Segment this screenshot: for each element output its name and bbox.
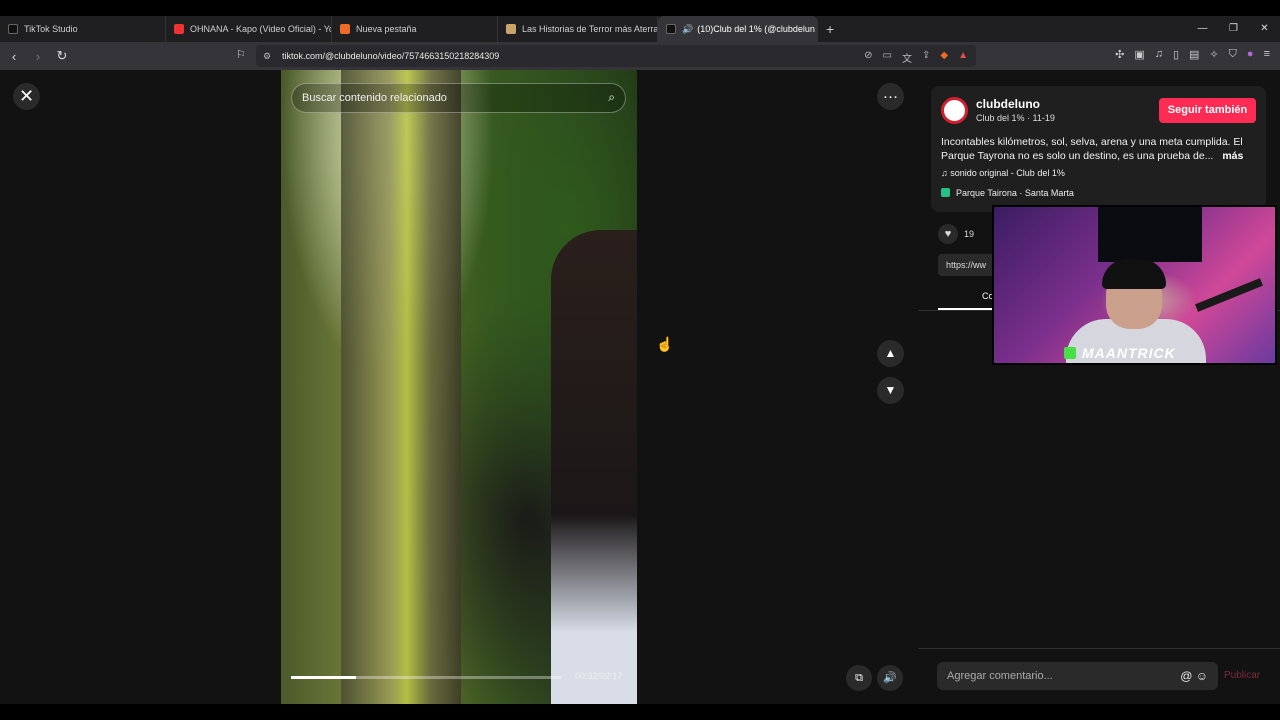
comment-divider	[918, 648, 1280, 649]
video-time: 00:32/02:17	[575, 671, 623, 681]
window-controls: — ❐ ✕	[1187, 16, 1280, 42]
screenshot-icon[interactable]: ▣	[1134, 48, 1144, 61]
menu-icon[interactable]: ≡	[1264, 48, 1270, 61]
address-bar[interactable]: ⚙ tiktok.com/@clubdeluno/video/757466315…	[256, 45, 976, 67]
site-icon	[506, 24, 516, 34]
profile-icon[interactable]: ●	[1247, 48, 1254, 61]
site-info-icon[interactable]: ⚙	[256, 51, 278, 62]
next-video-icon[interactable]: ▼	[877, 377, 904, 404]
related-search-input[interactable]: Buscar contenido relacionado ⌕	[291, 83, 626, 113]
restore-button[interactable]: ❐	[1218, 16, 1249, 42]
webcam-person-cap	[1102, 259, 1166, 289]
microphone-arm	[1195, 278, 1263, 312]
tab-title: TikTok Studio	[24, 24, 78, 34]
description-text: Incontables kilómetros, sol, selva, aren…	[941, 136, 1243, 162]
mention-icon[interactable]: @	[1180, 669, 1192, 683]
url-text[interactable]: tiktok.com/@clubdeluno/video/75746631502…	[282, 51, 499, 61]
location-link[interactable]: Parque Tairona · Santa Marta	[941, 188, 1074, 198]
video-frame-tree	[341, 70, 461, 704]
no-translate-icon[interactable]: ⊘	[864, 50, 872, 65]
tab-new-tab[interactable]: Nueva pestaña	[332, 16, 498, 42]
like-button[interactable]: ♥ 19	[938, 224, 974, 244]
sidebar-icon[interactable]: ▯	[1173, 48, 1179, 61]
video-frame-person	[551, 230, 637, 704]
close-icon[interactable]: ✕	[13, 83, 40, 110]
user-subtitle: Club del 1% · 11-19	[976, 113, 1055, 123]
translate-icon[interactable]: 文	[902, 50, 912, 65]
comment-placeholder: Agregar comentario...	[947, 670, 1053, 682]
streamer-tag: MAANTRICK	[1064, 345, 1176, 361]
more-link[interactable]: más	[1222, 150, 1243, 162]
tab-comments[interactable]: Co	[938, 286, 998, 310]
streamer-name: MAANTRICK	[1082, 345, 1176, 361]
video-player[interactable]: Buscar contenido relacionado ⌕ 00:32/02:…	[281, 70, 637, 704]
location-text: Parque Tairona · Santa Marta	[956, 188, 1074, 198]
emoji-icon[interactable]: ☺	[1196, 669, 1208, 683]
address-bar-icons: ⊘ ▭ 文 ⇪ ◆ ▲	[864, 50, 968, 65]
screen-bottom-border	[0, 704, 1280, 720]
extensions-area: ✣ ▣ ♫ ▯ ▤ ✧ ⛉ ● ≡	[1115, 48, 1270, 61]
description-card: clubdeluno Club del 1% · 11-19 Seguir ta…	[931, 86, 1266, 212]
new-tab-button[interactable]: +	[826, 21, 834, 37]
webcam-monitor	[1098, 207, 1202, 262]
cast-icon[interactable]: ▭	[883, 50, 892, 65]
reload-icon[interactable]: ↻	[52, 48, 72, 64]
username[interactable]: clubdeluno	[976, 97, 1040, 111]
music-note-icon: ♫	[941, 168, 948, 178]
picture-in-picture-icon[interactable]: ⧉	[846, 665, 872, 691]
comment-input-icons: @ ☺	[1180, 662, 1208, 690]
vpn-icon[interactable]: ⛉	[1229, 48, 1237, 61]
tab-strip: TikTok Studio OHNANA - Kapo (Video Ofici…	[0, 16, 1280, 42]
wallet-icon[interactable]: ▤	[1189, 48, 1199, 61]
previous-video-icon[interactable]: ▲	[877, 340, 904, 367]
screen-top-border	[0, 0, 1280, 16]
tab-title: Las Historias de Terror más Aterrador	[522, 24, 658, 34]
back-icon[interactable]: ‹	[4, 49, 24, 64]
like-count: 19	[964, 229, 975, 239]
tab-title: (10)Club del 1% (@clubdelun	[697, 24, 815, 34]
heart-icon: ♥	[938, 224, 958, 244]
webcam-overlay: MAANTRICK	[992, 205, 1277, 365]
video-progress-bar[interactable]	[291, 676, 561, 679]
share-icon[interactable]: ⇪	[922, 50, 930, 65]
search-icon[interactable]: ⌕	[608, 90, 615, 105]
hand-cursor-icon: ☝	[656, 336, 674, 352]
music-icon[interactable]: ♫	[1155, 48, 1163, 61]
tab-historias-terror[interactable]: Las Historias de Terror más Aterrador	[498, 16, 658, 42]
brave-shield-icon[interactable]: ◆	[940, 50, 948, 65]
video-description: Incontables kilómetros, sol, selva, aren…	[941, 135, 1261, 163]
tab-tiktok-studio[interactable]: TikTok Studio	[0, 16, 166, 42]
tiktok-icon	[8, 24, 18, 34]
minimize-button[interactable]: —	[1187, 16, 1218, 42]
bookmark-icon[interactable]: ⚐	[236, 48, 246, 61]
more-options-icon[interactable]: …	[877, 83, 904, 110]
tab-title: Nueva pestaña	[356, 24, 417, 34]
brave-rewards-icon[interactable]: ▲	[958, 50, 968, 65]
forward-icon[interactable]: ›	[28, 49, 48, 64]
comment-input[interactable]: Agregar comentario... @ ☺	[937, 662, 1218, 690]
brave-icon	[340, 24, 350, 34]
follow-button[interactable]: Seguir también	[1159, 98, 1256, 123]
sound-link[interactable]: ♫ sonido original - Club del 1%	[941, 168, 1065, 178]
location-icon	[941, 188, 950, 197]
tiktok-video-page: ✕ Buscar contenido relacionado ⌕ 00:32/0…	[0, 70, 1280, 704]
speaker-icon: 🔊	[682, 23, 694, 34]
tiktok-icon	[666, 24, 676, 34]
volume-icon[interactable]: 🔊	[877, 665, 903, 691]
puzzle-icon[interactable]: ✣	[1115, 48, 1124, 61]
publish-button[interactable]: Publicar	[1224, 670, 1260, 681]
close-window-button[interactable]: ✕	[1249, 16, 1280, 42]
kick-icon	[1064, 347, 1076, 359]
tab-clubdeluno[interactable]: 🔊 (10)Club del 1% (@clubdelun ✕	[658, 16, 818, 42]
youtube-icon	[174, 24, 184, 34]
tab-title: OHNANA - Kapo (Video Oficial) - Yo	[190, 24, 332, 34]
tab-youtube[interactable]: OHNANA - Kapo (Video Oficial) - Yo	[166, 16, 332, 42]
browser-toolbar: ‹ › ↻ ⚐ ⚙ tiktok.com/@clubdeluno/video/7…	[0, 42, 1280, 70]
side-panel: clubdeluno Club del 1% · 11-19 Seguir ta…	[918, 70, 1280, 704]
sound-text: sonido original - Club del 1%	[950, 168, 1065, 178]
video-progress-fill	[291, 676, 356, 679]
search-placeholder: Buscar contenido relacionado	[302, 92, 447, 104]
avatar[interactable]	[941, 97, 968, 124]
leo-icon[interactable]: ✧	[1209, 48, 1218, 61]
